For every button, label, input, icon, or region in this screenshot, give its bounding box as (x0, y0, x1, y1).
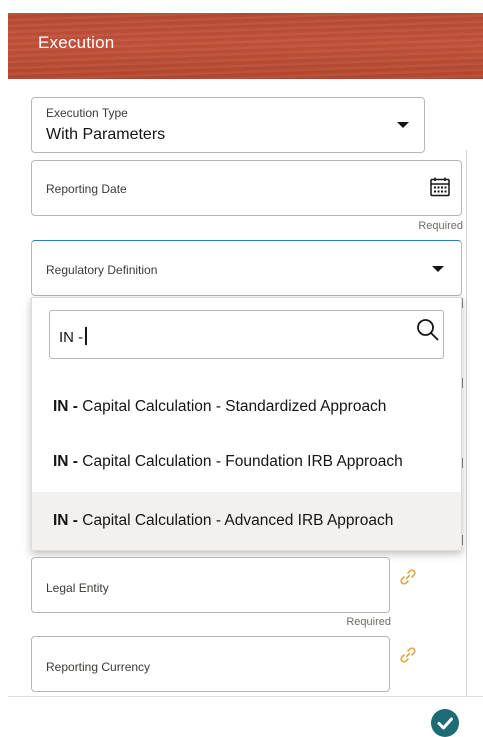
reporting-date-label: Reporting Date (46, 182, 127, 196)
reporting-currency-field[interactable]: Reporting Currency (31, 636, 390, 692)
regulatory-definition-label: Regulatory Definition (46, 263, 158, 277)
link-icon[interactable] (399, 568, 417, 586)
option-prefix: IN - (53, 512, 78, 529)
legal-entity-field[interactable]: Legal Entity (31, 557, 390, 613)
calendar-icon[interactable] (429, 176, 451, 198)
checkmark-icon (437, 717, 453, 730)
link-icon[interactable] (399, 646, 417, 664)
hidden-field-edge (462, 298, 463, 308)
legal-entity-label: Legal Entity (46, 581, 109, 595)
option-text: Capital Calculation - Advanced IRB Appro… (77, 512, 394, 529)
page-title: Execution (38, 33, 115, 52)
legal-entity-required: Required (346, 616, 391, 628)
hidden-field-edge (462, 378, 463, 388)
execution-type-label: Execution Type (46, 106, 128, 120)
submit-check-button[interactable] (431, 709, 459, 737)
reporting-date-field[interactable]: Reporting Date (31, 160, 462, 216)
text-cursor (85, 327, 87, 345)
hidden-field-edge (462, 458, 463, 468)
search-value: IN - (59, 329, 84, 346)
dropdown-option[interactable]: IN - Capital Calculation - Foundation IR… (32, 433, 461, 491)
header-bar: Execution (8, 13, 483, 79)
search-text: IN - (59, 327, 87, 346)
option-prefix: IN - (53, 453, 78, 470)
execution-type-value: With Parameters (46, 126, 166, 143)
footer-divider (8, 696, 483, 697)
chevron-down-icon (397, 122, 409, 128)
execution-type-select[interactable]: Execution Type With Parameters (31, 97, 425, 153)
dropdown-option-highlighted[interactable]: IN - Capital Calculation - Advanced IRB … (32, 492, 461, 550)
reporting-date-required: Required (418, 220, 463, 232)
dropdown-option[interactable]: IN - Capital Calculation - Standardized … (32, 378, 461, 436)
regulatory-definition-dropdown: IN - IN - Capital Calculation - Standard… (31, 297, 462, 551)
option-prefix: IN - (53, 398, 78, 415)
option-text: Capital Calculation - Foundation IRB App… (77, 453, 403, 470)
search-icon[interactable] (415, 317, 441, 343)
panel-divider (466, 150, 467, 696)
regulatory-definition-select[interactable]: Regulatory Definition (31, 240, 462, 296)
chevron-down-icon (432, 266, 444, 272)
option-text: Capital Calculation - Standardized Appro… (77, 398, 387, 415)
reporting-currency-label: Reporting Currency (46, 660, 151, 674)
hidden-field-edge (462, 535, 463, 545)
dropdown-search-input[interactable]: IN - (49, 310, 444, 359)
